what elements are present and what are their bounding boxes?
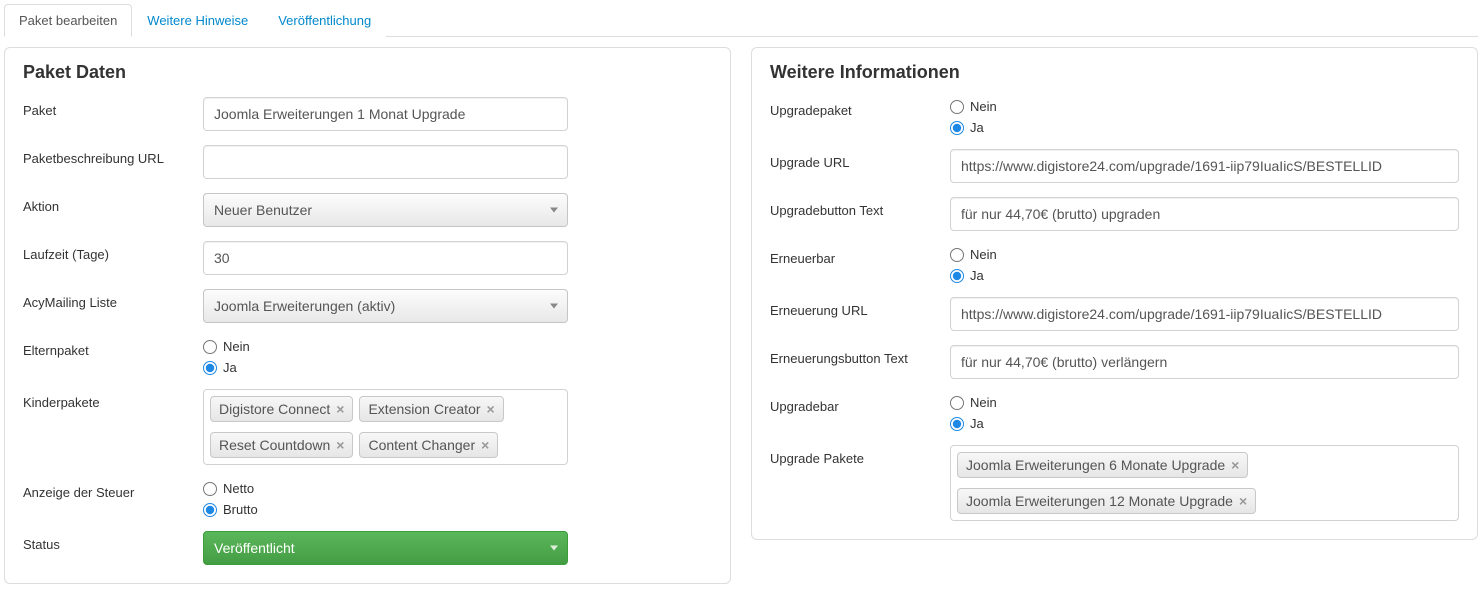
- radio-upgradebar-ja[interactable]: Ja: [950, 416, 1459, 431]
- close-icon[interactable]: ×: [1231, 457, 1239, 473]
- select-acymailing[interactable]: Joomla Erweiterungen (aktiv): [203, 289, 568, 323]
- close-icon[interactable]: ×: [336, 401, 344, 417]
- label-erneuerung-url: Erneuerung URL: [770, 297, 950, 318]
- radio-erneuerbar-ja[interactable]: Ja: [950, 268, 1459, 283]
- tag-item: Digistore Connect×: [210, 396, 353, 422]
- radio-elternpaket-nein[interactable]: Nein: [203, 339, 712, 354]
- panel-title-right: Weitere Informationen: [770, 62, 1459, 83]
- input-paket[interactable]: [203, 97, 568, 131]
- tag-item: Extension Creator×: [359, 396, 503, 422]
- label-upgradebutton-text: Upgradebutton Text: [770, 197, 950, 218]
- label-erneuerungsbutton-text: Erneuerungsbutton Text: [770, 345, 950, 366]
- label-paket: Paket: [23, 97, 203, 118]
- input-erneuerung-url[interactable]: [950, 297, 1459, 331]
- label-laufzeit: Laufzeit (Tage): [23, 241, 203, 262]
- close-icon[interactable]: ×: [481, 437, 489, 453]
- select-aktion[interactable]: Neuer Benutzer: [203, 193, 568, 227]
- label-paket-url: Paketbeschreibung URL: [23, 145, 203, 166]
- tag-item: Joomla Erweiterungen 6 Monate Upgrade×: [957, 452, 1248, 478]
- select-status[interactable]: Veröffentlicht: [203, 531, 568, 565]
- input-laufzeit[interactable]: [203, 241, 568, 275]
- label-aktion: Aktion: [23, 193, 203, 214]
- tagbox-kinderpakete[interactable]: Digistore Connect× Extension Creator× Re…: [203, 389, 568, 465]
- input-erneuerungsbutton-text[interactable]: [950, 345, 1459, 379]
- input-upgrade-url[interactable]: [950, 149, 1459, 183]
- label-kinderpakete: Kinderpakete: [23, 389, 203, 410]
- input-paket-url[interactable]: [203, 145, 568, 179]
- radio-upgradepaket-nein[interactable]: Nein: [950, 99, 1459, 114]
- label-steuer: Anzeige der Steuer: [23, 479, 203, 500]
- panel-weitere-informationen: Weitere Informationen Upgradepaket Nein …: [751, 47, 1478, 540]
- tag-item: Reset Countdown×: [210, 432, 353, 458]
- label-acymailing: AcyMailing Liste: [23, 289, 203, 310]
- tab-paket-bearbeiten[interactable]: Paket bearbeiten: [4, 4, 132, 37]
- close-icon[interactable]: ×: [1239, 493, 1247, 509]
- tagbox-upgrade-pakete[interactable]: Joomla Erweiterungen 6 Monate Upgrade× J…: [950, 445, 1459, 521]
- radio-erneuerbar-nein[interactable]: Nein: [950, 247, 1459, 262]
- panel-paket-daten: Paket Daten Paket Paketbeschreibung URL …: [4, 47, 731, 584]
- radio-steuer-brutto[interactable]: Brutto: [203, 502, 712, 517]
- radio-upgradebar-nein[interactable]: Nein: [950, 395, 1459, 410]
- radio-upgradepaket-ja[interactable]: Ja: [950, 120, 1459, 135]
- close-icon[interactable]: ×: [336, 437, 344, 453]
- label-upgrade-url: Upgrade URL: [770, 149, 950, 170]
- label-upgradebar: Upgradebar: [770, 393, 950, 414]
- panel-title-left: Paket Daten: [23, 62, 712, 83]
- label-upgrade-pakete: Upgrade Pakete: [770, 445, 950, 466]
- label-elternpaket: Elternpaket: [23, 337, 203, 358]
- tab-bar: Paket bearbeiten Weitere Hinweise Veröff…: [4, 4, 1478, 37]
- label-status: Status: [23, 531, 203, 552]
- tag-item: Content Changer×: [359, 432, 498, 458]
- tab-weitere-hinweise[interactable]: Weitere Hinweise: [132, 4, 263, 37]
- tag-item: Joomla Erweiterungen 12 Monate Upgrade×: [957, 488, 1256, 514]
- close-icon[interactable]: ×: [487, 401, 495, 417]
- radio-elternpaket-ja[interactable]: Ja: [203, 360, 712, 375]
- label-upgradepaket: Upgradepaket: [770, 97, 950, 118]
- tab-veroeffentlichung[interactable]: Veröffentlichung: [263, 4, 386, 37]
- radio-steuer-netto[interactable]: Netto: [203, 481, 712, 496]
- label-erneuerbar: Erneuerbar: [770, 245, 950, 266]
- input-upgradebutton-text[interactable]: [950, 197, 1459, 231]
